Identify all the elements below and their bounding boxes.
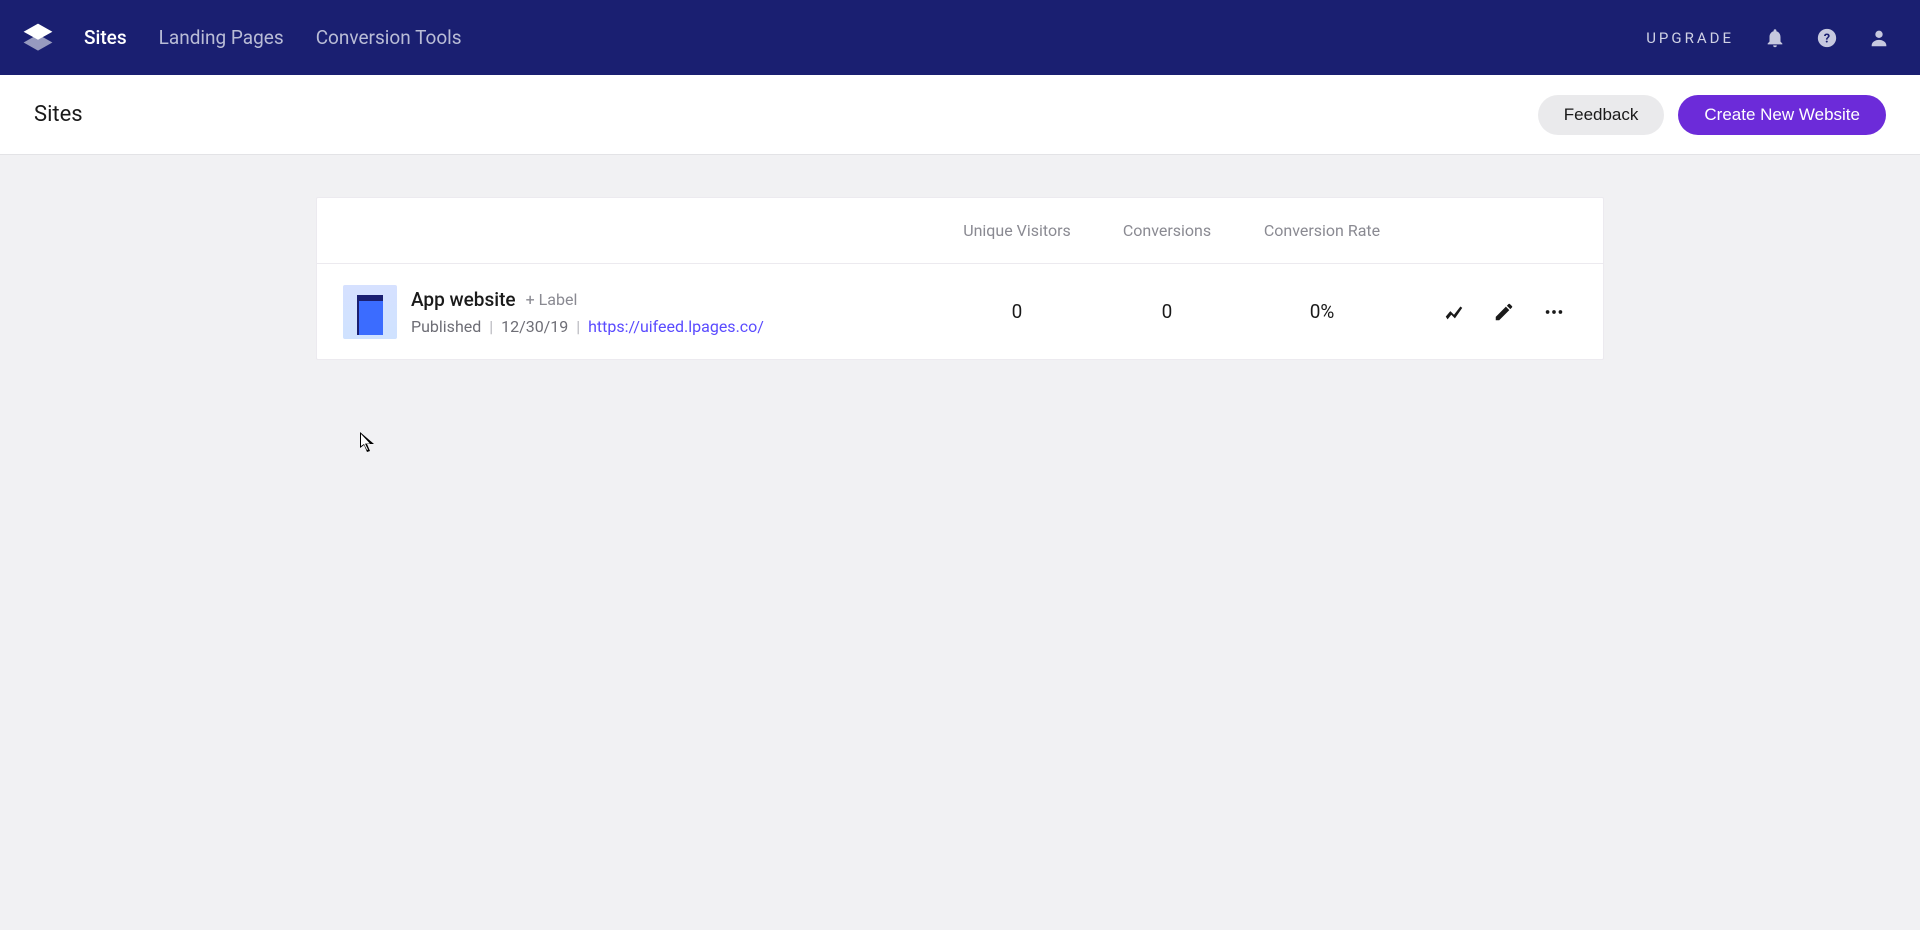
site-info: App website + Label Published | 12/30/19… bbox=[411, 288, 937, 336]
col-unique-visitors: Unique Visitors bbox=[937, 221, 1097, 240]
site-meta: Published | 12/30/19 | https://uifeed.lp… bbox=[411, 317, 937, 336]
col-conversions: Conversions bbox=[1097, 221, 1237, 240]
site-row: App website + Label Published | 12/30/19… bbox=[317, 264, 1603, 359]
help-icon[interactable]: ? bbox=[1816, 27, 1838, 49]
create-website-button[interactable]: Create New Website bbox=[1678, 95, 1886, 135]
sites-table-header: Unique Visitors Conversions Conversion R… bbox=[317, 198, 1603, 264]
site-url[interactable]: https://uifeed.lpages.co/ bbox=[588, 317, 764, 336]
nav-right: UPGRADE ? bbox=[1646, 27, 1890, 49]
stat-visitors: 0 bbox=[937, 300, 1097, 323]
stat-conversions: 0 bbox=[1097, 300, 1237, 323]
brand-logo[interactable] bbox=[20, 20, 56, 56]
nav-item-sites[interactable]: Sites bbox=[84, 26, 127, 49]
layers-icon bbox=[20, 20, 56, 56]
user-icon[interactable] bbox=[1868, 27, 1890, 49]
nav-item-conversion-tools[interactable]: Conversion Tools bbox=[316, 26, 462, 49]
nav-item-landing-pages[interactable]: Landing Pages bbox=[159, 26, 284, 49]
nav-links: Sites Landing Pages Conversion Tools bbox=[84, 26, 462, 49]
svg-text:?: ? bbox=[1824, 31, 1830, 46]
site-title[interactable]: App website bbox=[411, 288, 516, 311]
row-actions bbox=[1407, 301, 1577, 323]
page-title: Sites bbox=[34, 102, 83, 127]
stat-rate: 0% bbox=[1237, 300, 1407, 323]
site-status: Published bbox=[411, 317, 481, 336]
content: Unique Visitors Conversions Conversion R… bbox=[0, 155, 1920, 402]
bell-icon[interactable] bbox=[1764, 27, 1786, 49]
col-conversion-rate: Conversion Rate bbox=[1237, 221, 1407, 240]
sites-card: Unique Visitors Conversions Conversion R… bbox=[316, 197, 1604, 360]
site-thumbnail[interactable] bbox=[343, 285, 397, 339]
analytics-icon[interactable] bbox=[1443, 301, 1465, 323]
more-icon[interactable] bbox=[1543, 301, 1565, 323]
subheader: Sites Feedback Create New Website bbox=[0, 75, 1920, 155]
top-nav: Sites Landing Pages Conversion Tools UPG… bbox=[0, 0, 1920, 75]
upgrade-link[interactable]: UPGRADE bbox=[1646, 29, 1734, 47]
cursor-icon bbox=[360, 432, 374, 452]
feedback-button[interactable]: Feedback bbox=[1538, 95, 1665, 135]
site-date: 12/30/19 bbox=[501, 317, 568, 336]
subheader-actions: Feedback Create New Website bbox=[1538, 95, 1886, 135]
add-label-button[interactable]: + Label bbox=[526, 290, 578, 309]
edit-icon[interactable] bbox=[1493, 301, 1515, 323]
